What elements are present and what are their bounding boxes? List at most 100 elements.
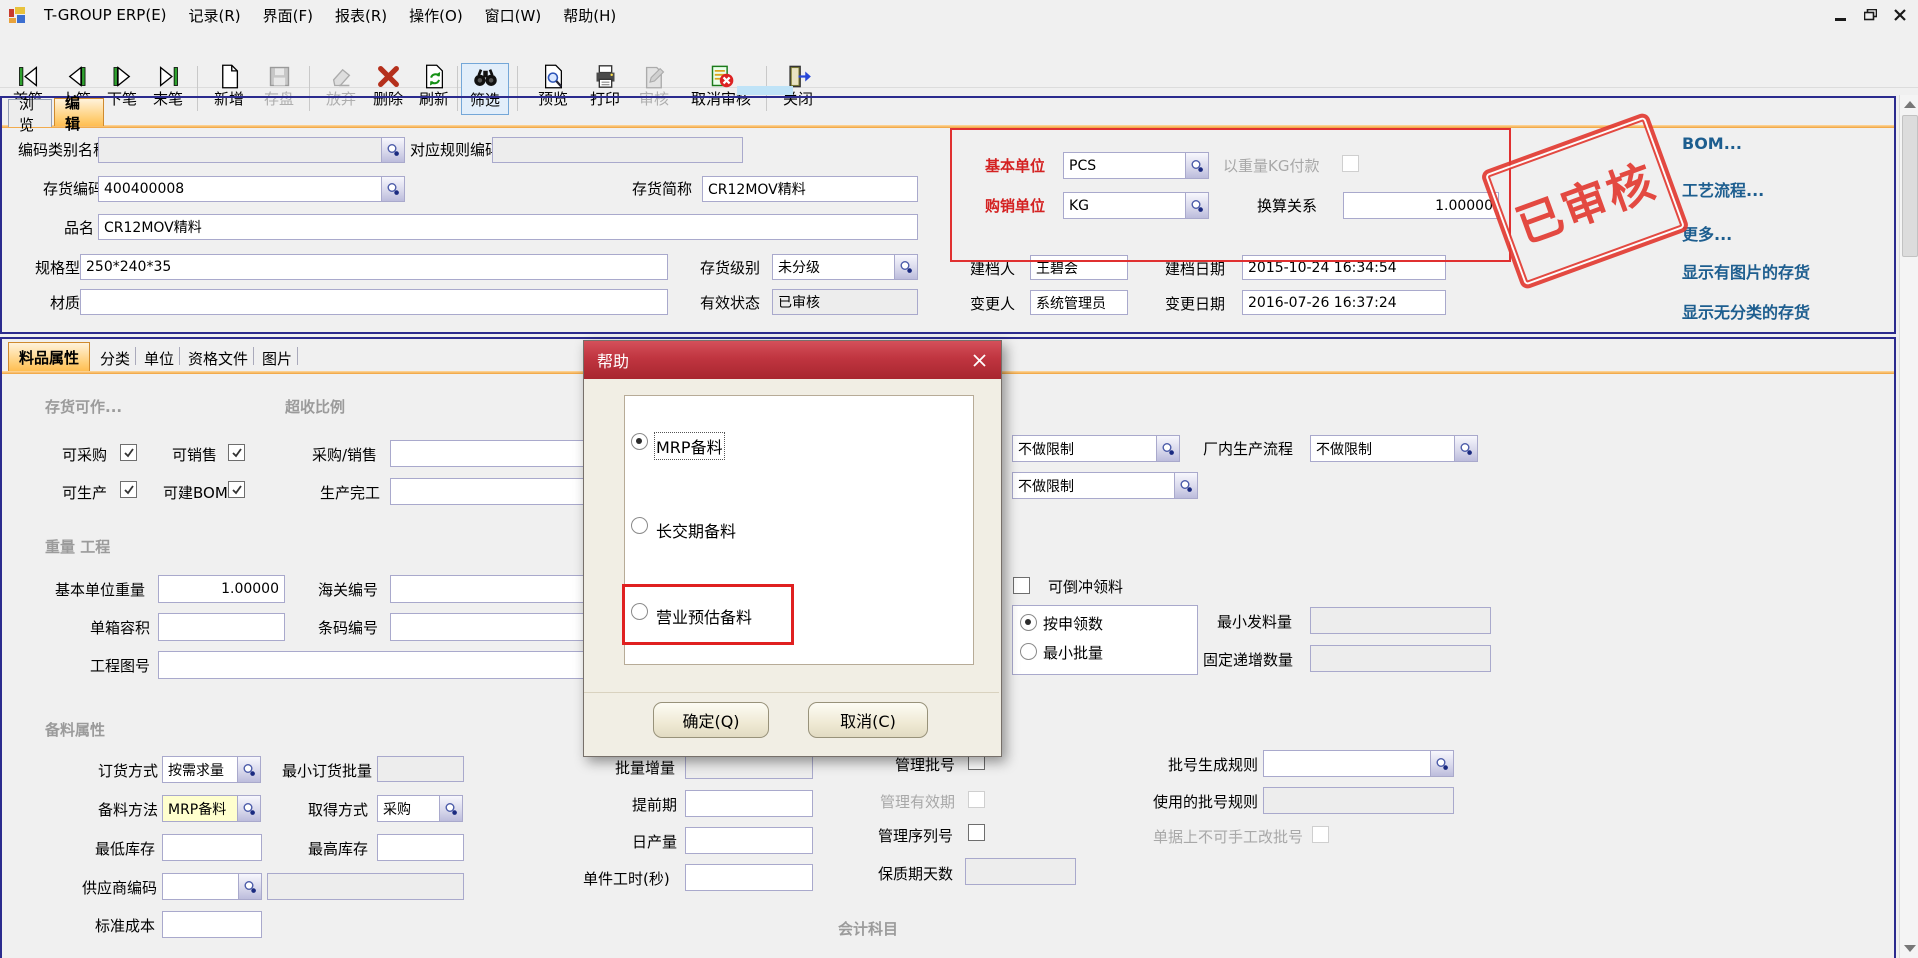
base-weight-field[interactable]: 1.00000 — [158, 575, 285, 603]
option-mrp-label[interactable]: MRP备料 — [656, 434, 723, 458]
lookup-icon[interactable] — [381, 138, 404, 162]
unit-time-field[interactable] — [685, 864, 813, 891]
inv-level-field[interactable]: 未分级 — [772, 254, 918, 280]
option-forecast-radio[interactable] — [631, 603, 648, 620]
menu-tgroup-erp[interactable]: T-GROUP ERP(E) — [33, 6, 178, 24]
factory-flow-field[interactable]: 不做限制 — [1310, 435, 1478, 462]
scroll-up-icon[interactable] — [1904, 101, 1916, 108]
lookup-icon[interactable] — [381, 177, 404, 201]
subtab-item-attrs[interactable]: 料品属性 — [8, 342, 90, 371]
manage-serial-checkbox[interactable] — [968, 824, 985, 841]
limit-field-1[interactable]: 不做限制 — [1012, 435, 1180, 462]
help-dialog-titlebar[interactable]: 帮助 — [584, 341, 1001, 379]
prod-finish-label: 生产完工 — [320, 485, 380, 502]
menu-report[interactable]: 报表(R) — [324, 5, 398, 26]
menu-operation[interactable]: 操作(O) — [398, 5, 474, 26]
vertical-scrollbar[interactable] — [1899, 95, 1918, 958]
subtab-unit[interactable]: 单位 — [144, 348, 174, 369]
acquire-field[interactable]: 采购 — [377, 795, 463, 822]
can-bom-checkbox[interactable] — [228, 481, 245, 498]
tab-browse[interactable]: 浏览 — [8, 99, 52, 127]
inv-code-field[interactable]: 400400008 — [98, 176, 405, 202]
menu-help[interactable]: 帮助(H) — [552, 5, 627, 26]
scrollbar-thumb[interactable] — [1902, 115, 1918, 257]
limit-field-2[interactable]: 不做限制 — [1012, 472, 1198, 499]
prep-method-field[interactable]: MRP备料 — [162, 795, 261, 822]
drawing-field[interactable] — [158, 651, 586, 679]
std-cost-field[interactable] — [162, 911, 262, 938]
supplier-field[interactable] — [162, 873, 262, 900]
purchase-sale-field[interactable] — [390, 440, 586, 467]
lead-time-field[interactable] — [685, 790, 813, 817]
manage-expiry-checkbox — [968, 791, 985, 808]
link-process-flow[interactable]: 工艺流程... — [1682, 177, 1764, 201]
batch-rule-field[interactable] — [1263, 750, 1454, 777]
sellable-checkbox[interactable] — [228, 444, 245, 461]
conversion-label: 换算关系 — [1257, 198, 1317, 215]
option-mrp-radio[interactable] — [631, 433, 648, 450]
account-header: 会计科目 — [838, 918, 898, 939]
min-batch-radio[interactable] — [1020, 643, 1037, 660]
trade-unit-field[interactable]: KG — [1063, 192, 1209, 219]
lookup-icon[interactable] — [1454, 436, 1477, 461]
subtab-qualification[interactable]: 资格文件 — [188, 348, 248, 369]
barcode-field[interactable] — [390, 613, 586, 641]
dialog-ok-button[interactable]: 确定(Q) — [653, 702, 769, 738]
rule-code-field[interactable] — [492, 137, 743, 163]
subtab-category[interactable]: 分类 — [100, 348, 130, 369]
link-more[interactable]: 更多... — [1682, 221, 1732, 245]
close-window-button[interactable] — [1885, 4, 1915, 26]
lookup-icon[interactable] — [237, 757, 260, 782]
link-show-unclassified[interactable]: 显示无分类的存货 — [1682, 299, 1810, 323]
volume-field[interactable] — [158, 613, 285, 641]
daily-output-field[interactable] — [685, 827, 813, 854]
inv-abbr-field[interactable]: CR12MOV精料 — [702, 176, 918, 202]
lead-time-label: 提前期 — [632, 797, 677, 814]
product-name-field[interactable]: CR12MOV精料 — [98, 214, 918, 240]
by-apply-radio[interactable] — [1020, 614, 1037, 631]
material-field[interactable] — [80, 289, 668, 315]
customs-field[interactable] — [390, 575, 586, 603]
link-show-with-image[interactable]: 显示有图片的存货 — [1682, 259, 1810, 283]
code-category-field[interactable] — [98, 137, 405, 163]
dialog-close-icon[interactable] — [967, 349, 991, 371]
lookup-icon[interactable] — [1185, 193, 1208, 218]
tab-edit[interactable]: 编辑 — [54, 98, 104, 126]
lookup-icon[interactable] — [1156, 436, 1179, 461]
backflush-checkbox[interactable] — [1013, 577, 1030, 594]
lookup-icon[interactable] — [894, 255, 917, 279]
menu-interface[interactable]: 界面(F) — [252, 5, 324, 26]
menu-window[interactable]: 窗口(W) — [474, 5, 553, 26]
lookup-icon[interactable] — [238, 874, 261, 899]
scroll-down-icon[interactable] — [1904, 945, 1916, 952]
lookup-icon[interactable] — [1185, 153, 1208, 178]
prod-finish-field[interactable] — [390, 478, 586, 505]
check-icon — [123, 447, 135, 459]
purchasable-label: 可采购 — [62, 447, 107, 464]
lookup-icon[interactable] — [439, 796, 462, 821]
created-date-label: 建档日期 — [1165, 261, 1225, 278]
min-stock-field[interactable] — [162, 834, 262, 861]
restore-button[interactable] — [1855, 4, 1885, 26]
option-longlead-label[interactable]: 长交期备料 — [656, 518, 736, 542]
link-bom[interactable]: BOM... — [1682, 134, 1742, 153]
max-stock-field[interactable] — [377, 834, 464, 861]
producible-checkbox[interactable] — [120, 481, 137, 498]
menu-record[interactable]: 记录(R) — [178, 5, 252, 26]
spec-field[interactable]: 250*240*35 — [80, 254, 668, 280]
minimize-button[interactable] — [1825, 4, 1855, 26]
option-longlead-radio[interactable] — [631, 517, 648, 534]
conversion-field[interactable]: 1.00000 — [1343, 192, 1499, 219]
order-mode-field[interactable]: 按需求量 — [162, 756, 261, 783]
base-unit-field[interactable]: PCS — [1063, 152, 1209, 179]
fixed-incr-field — [1310, 645, 1491, 672]
subtab-image[interactable]: 图片 — [262, 348, 292, 369]
dialog-cancel-button[interactable]: 取消(C) — [808, 702, 928, 738]
lookup-icon[interactable] — [1430, 751, 1453, 776]
purchasable-checkbox[interactable] — [120, 444, 137, 461]
weight-eng-header: 重量 工程 — [45, 536, 110, 557]
option-forecast-label[interactable]: 营业预估备料 — [656, 604, 752, 628]
lookup-icon[interactable] — [237, 796, 260, 821]
lookup-icon[interactable] — [1174, 473, 1197, 498]
prev-record-icon — [63, 63, 90, 90]
